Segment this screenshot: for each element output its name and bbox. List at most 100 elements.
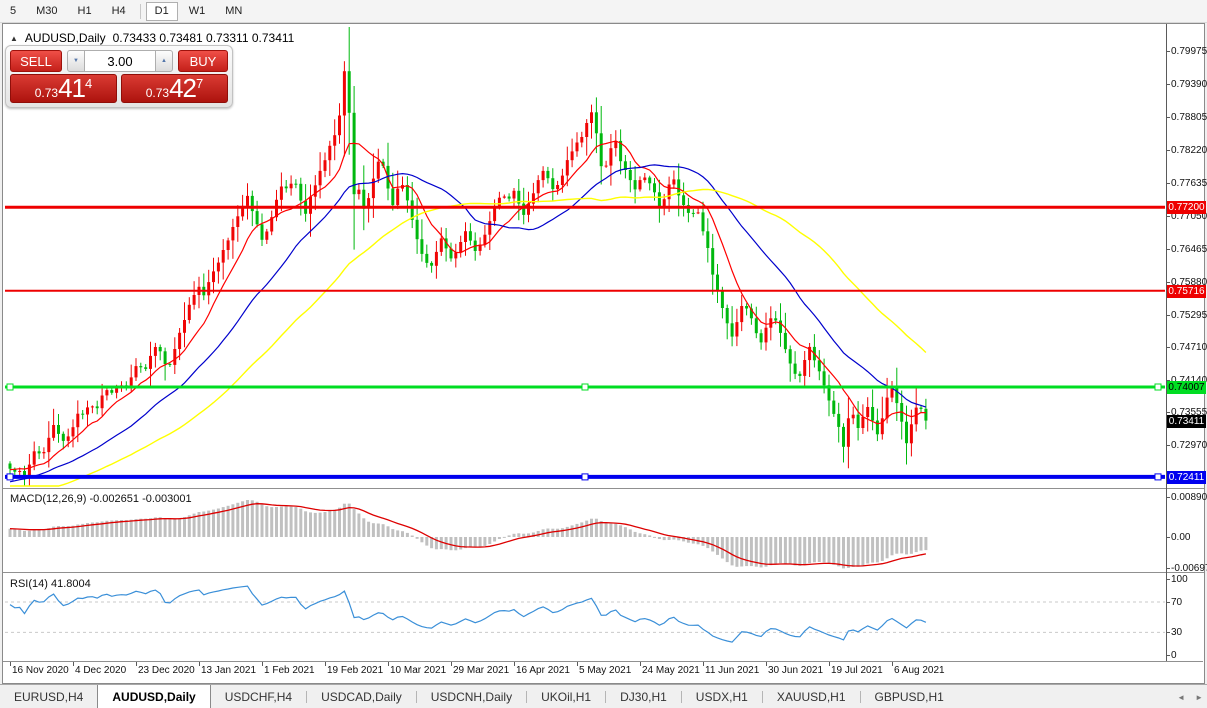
date-axis-tick: [451, 662, 452, 666]
price-axis-tick: [1166, 282, 1170, 283]
date-axis-label: 30 Jun 2021: [768, 665, 824, 676]
date-axis-label: 5 May 2021: [579, 665, 632, 676]
sell-button[interactable]: SELL: [10, 50, 62, 72]
ma-fast-line: [9, 140, 926, 471]
rsi-axis-tick: [1166, 579, 1170, 580]
buy-price-pips: 42: [169, 73, 197, 103]
price-axis-tick: [1166, 445, 1170, 446]
tab-scroll-arrows: ◄ ►: [1177, 685, 1203, 708]
price-axis-label: 0.72970: [1171, 440, 1207, 451]
triangle-up-icon: ▲: [161, 58, 167, 64]
date-axis-tick: [514, 662, 515, 666]
sell-price-display: 0.73 41 4: [10, 74, 117, 103]
pane-separator-highlight: [3, 573, 1204, 574]
date-axis-tick: [892, 662, 893, 666]
macd-axis-label: -0.00697: [1171, 563, 1207, 574]
date-axis-label: 16 Nov 2020: [12, 665, 69, 676]
price-axis-label: 0.74710: [1171, 342, 1207, 353]
price-axis-tick: [1166, 412, 1170, 413]
price-axis-tick: [1166, 150, 1170, 151]
buy-price-display: 0.73 42 7: [121, 74, 228, 103]
rsi-axis-tick: [1166, 632, 1170, 633]
macd-axis-label: 0.008903: [1171, 492, 1207, 503]
tab-gbpusd-h1[interactable]: GBPUSD,H1: [861, 685, 958, 708]
rsi-axis-label: 0: [1171, 650, 1177, 661]
pane-separator-highlight: [3, 489, 1204, 490]
chart-title: AUDUSD,Daily: [24, 31, 106, 45]
price-badge-0.72411: 0.72411: [1167, 471, 1206, 484]
horizontal-line-0.72411[interactable]: [5, 473, 1165, 481]
rsi-axis-label: 70: [1171, 597, 1183, 608]
date-axis-label: 19 Jul 2021: [831, 665, 883, 676]
tab-dj30-h1[interactable]: DJ30,H1: [606, 685, 681, 708]
price-badge-0.75716: 0.75716: [1167, 285, 1206, 298]
scroll-left-icon[interactable]: ◄: [1177, 693, 1185, 702]
tab-usdx-h1[interactable]: USDX,H1: [682, 685, 762, 708]
price-axis-label: 0.78805: [1171, 112, 1207, 123]
buy-price-point: 7: [196, 76, 204, 91]
price-axis-label: 0.77635: [1171, 178, 1207, 189]
date-axis-label: 6 Aug 2021: [894, 665, 945, 676]
date-axis-tick: [10, 662, 11, 666]
date-axis-label: 29 Mar 2021: [453, 665, 510, 676]
chart-ohlc-values: 0.73433 0.73481 0.73311 0.73411: [112, 31, 295, 45]
date-axis-tick: [388, 662, 389, 666]
price-axis-tick: [1166, 315, 1170, 316]
price-axis-label: 0.76465: [1171, 244, 1207, 255]
date-axis-label: 10 Mar 2021: [390, 665, 447, 676]
sell-price-point: 4: [85, 76, 93, 91]
price-axis-label: 0.79975: [1171, 46, 1207, 57]
date-axis-tick: [73, 662, 74, 666]
date-axis-tick: [577, 662, 578, 666]
date-axis-label: 4 Dec 2020: [75, 665, 127, 676]
tab-audusd-daily[interactable]: AUDUSD,Daily: [97, 685, 211, 708]
macd-indicator-label: MACD(12,26,9) -0.002651 -0.003001: [10, 493, 192, 505]
rsi-axis-label: 100: [1171, 574, 1188, 585]
ma-slow-line: [10, 188, 927, 487]
date-axis-tick: [703, 662, 704, 666]
triangle-down-icon: ▼: [73, 58, 79, 64]
date-axis-tick: [766, 662, 767, 666]
price-axis-tick: [1166, 216, 1170, 217]
one-click-collapse-icon[interactable]: ▲: [10, 34, 18, 43]
horizontal-line-0.74007[interactable]: [5, 383, 1165, 391]
price-badge-0.74007: 0.74007: [1167, 381, 1206, 394]
chart-header: ▲ AUDUSD,Daily 0.73433 0.73481 0.73311 0…: [10, 31, 294, 45]
buy-button[interactable]: BUY: [178, 50, 228, 72]
tab-eurusd-h4[interactable]: EURUSD,H4: [0, 685, 97, 708]
date-axis-tick: [325, 662, 326, 666]
sell-price-pips: 41: [58, 73, 86, 103]
volume-decrease-button[interactable]: ▼: [67, 50, 85, 72]
volume-increase-button[interactable]: ▲: [155, 50, 173, 72]
price-axis-tick: [1166, 84, 1170, 85]
price-axis-tick: [1166, 249, 1170, 250]
tab-xauusd-h1[interactable]: XAUUSD,H1: [763, 685, 860, 708]
macd-axis-label: 0.00: [1171, 532, 1191, 543]
date-axis-line: [3, 661, 1203, 662]
tab-ukoil-h1[interactable]: UKOil,H1: [527, 685, 605, 708]
price-axis-label: 0.79390: [1171, 79, 1207, 90]
tab-usdchf-h4[interactable]: USDCHF,H4: [211, 685, 306, 708]
symbol-tab-bar: EURUSD,H4 AUDUSD,Daily USDCHF,H4 USDCAD,Dai…: [0, 684, 1207, 708]
price-axis-tick: [1166, 183, 1170, 184]
sell-price-prefix: 0.73: [34, 86, 59, 100]
price-axis-tick: [1166, 347, 1170, 348]
date-axis-label: 24 May 2021: [642, 665, 700, 676]
current-price-badge: 0.73411: [1167, 415, 1206, 428]
rsi-indicator-label: RSI(14) 41.8004: [10, 578, 91, 590]
macd-histogram: [8, 500, 928, 569]
tab-usdcad-daily[interactable]: USDCAD,Daily: [307, 685, 416, 708]
date-axis-label: 23 Dec 2020: [138, 665, 195, 676]
scroll-right-icon[interactable]: ►: [1195, 693, 1203, 702]
date-axis-tick: [829, 662, 830, 666]
volume-input[interactable]: [85, 50, 155, 72]
date-axis-label: 13 Jan 2021: [201, 665, 257, 676]
macd-axis-tick: [1166, 497, 1170, 498]
price-axis-tick: [1166, 51, 1170, 52]
price-axis-line: [1166, 24, 1167, 661]
date-axis-label: 11 Jun 2021: [705, 665, 760, 676]
rsi-line: [9, 585, 927, 643]
date-axis-label: 19 Feb 2021: [327, 665, 384, 676]
tab-usdcnh-daily[interactable]: USDCNH,Daily: [417, 685, 526, 708]
price-axis-label: 0.75295: [1171, 310, 1207, 321]
